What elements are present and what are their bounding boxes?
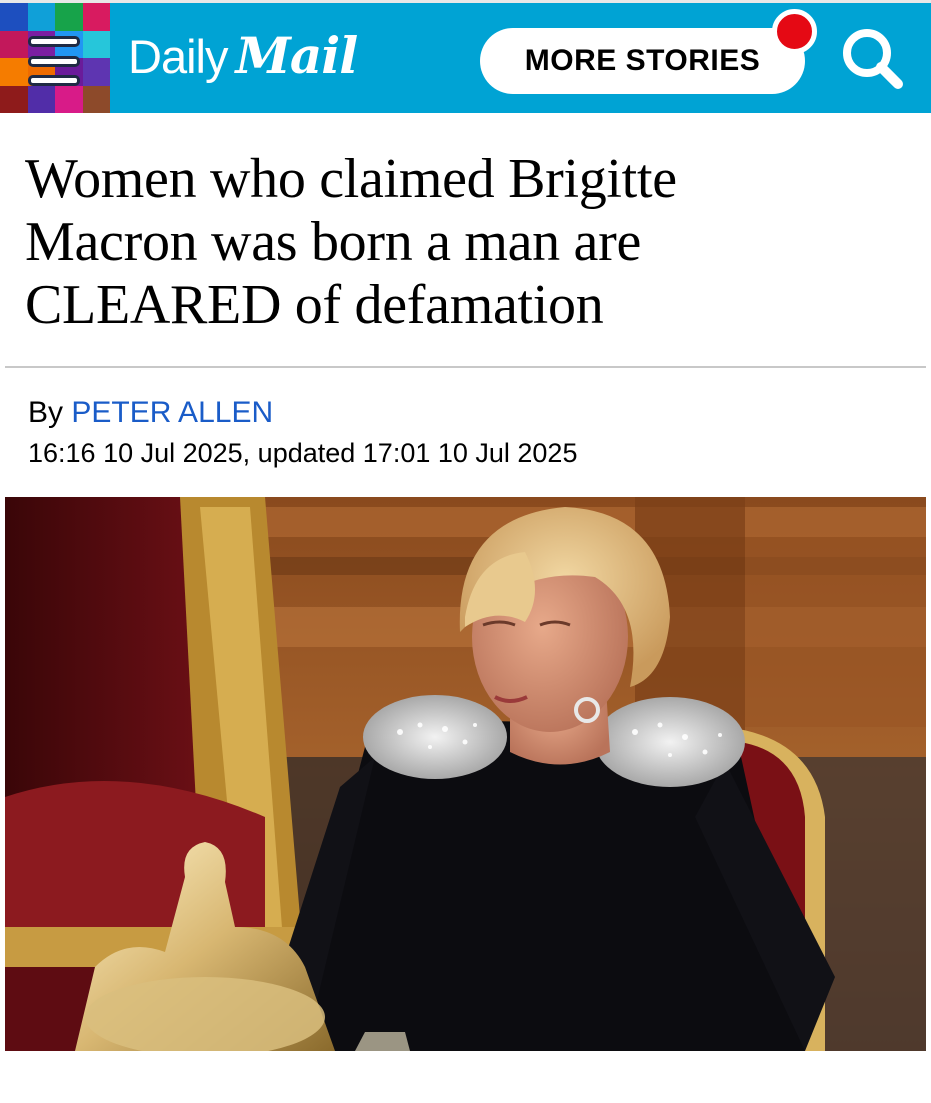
article-lead-image[interactable] bbox=[5, 497, 926, 1051]
article-headline: Women who claimed Brigitte Macron was bo… bbox=[25, 148, 905, 337]
more-stories-button[interactable]: MORE STORIES bbox=[480, 28, 805, 94]
logo-mail-text: Mail bbox=[235, 26, 358, 85]
search-button[interactable] bbox=[836, 22, 908, 94]
site-logo[interactable]: Daily Mail bbox=[128, 26, 358, 88]
header-top-border bbox=[0, 0, 931, 3]
headline-line: Macron was born a man are bbox=[25, 211, 642, 273]
logo-daily-text: Daily bbox=[128, 30, 228, 83]
article-timestamp: 16:16 10 Jul 2025, updated 17:01 10 Jul … bbox=[28, 438, 578, 468]
headline-divider bbox=[5, 366, 926, 368]
search-icon bbox=[843, 29, 903, 89]
headline-line: CLEARED of defamation bbox=[25, 274, 604, 336]
author-link[interactable]: PETER ALLEN bbox=[71, 396, 273, 429]
byline: By PETER ALLEN bbox=[28, 396, 273, 430]
byline-prefix: By bbox=[28, 396, 64, 429]
hamburger-icon[interactable] bbox=[28, 36, 80, 86]
notification-dot bbox=[772, 9, 817, 54]
headline-line: Women who claimed Brigitte bbox=[25, 148, 677, 210]
site-header: Daily Mail MORE STORIES bbox=[0, 0, 931, 113]
menu-button[interactable] bbox=[0, 3, 110, 113]
